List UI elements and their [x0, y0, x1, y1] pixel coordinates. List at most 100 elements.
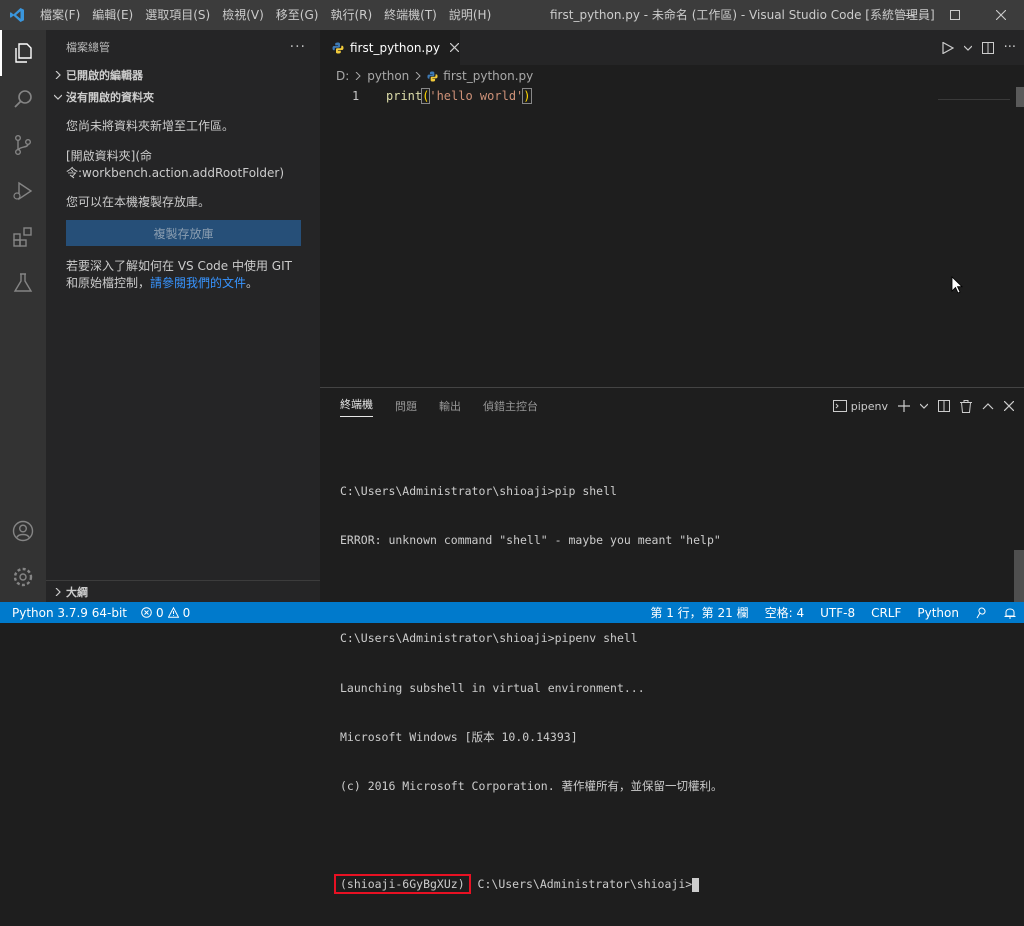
python-interpreter[interactable]: Python 3.7.9 64-bit — [12, 606, 127, 620]
maximize-panel-icon[interactable] — [982, 402, 994, 410]
source-control-icon[interactable] — [0, 122, 46, 168]
code-line[interactable]: print('hello world') — [386, 87, 532, 106]
terminal-output[interactable]: C:\Users\Administrator\shioaji>pip shell… — [334, 450, 723, 926]
git-docs-message: 若要深入了解如何在 VS Code 中使用 GIT 和原始檔控制，請參閱我們的文… — [46, 258, 320, 292]
cursor-position[interactable]: 第 1 行，第 21 欄 — [650, 604, 748, 621]
chevron-down-icon[interactable] — [963, 44, 972, 52]
tab-terminal[interactable]: 終端機 — [340, 396, 373, 417]
git-docs-end: 。 — [246, 276, 259, 290]
virtualenv-prefix: (shioaji-6GyBgXUz) — [334, 874, 471, 895]
breadcrumb-folder[interactable]: python — [367, 69, 409, 83]
terminal-line: C:\Users\Administrator\shioaji>pipenv sh… — [340, 631, 638, 646]
run-python-icon[interactable] — [941, 41, 954, 54]
vscode-logo-icon — [0, 0, 34, 30]
more-actions-icon[interactable]: ··· — [1004, 40, 1016, 55]
explorer-sidebar: 檔案總管 ··· 已開啟的編輯器 沒有開啟的資料夾 您尚未將資料夾新增至工作區。… — [46, 30, 320, 602]
split-editor-icon[interactable] — [981, 41, 994, 54]
warning-icon — [167, 607, 179, 618]
menu-selection[interactable]: 選取項目(S) — [139, 0, 216, 30]
chevron-down-icon — [50, 93, 66, 101]
tab-first-python[interactable]: first_python.py — [320, 30, 460, 65]
terminal-select[interactable]: pipenv — [832, 399, 888, 413]
title-bar: 檔案(F) 編輯(E) 選取項目(S) 檢視(V) 移至(G) 執行(R) 終端… — [0, 0, 1024, 30]
editor-actions: ··· — [941, 30, 1016, 65]
error-count: 0 — [156, 605, 164, 620]
close-window-button[interactable] — [978, 0, 1024, 30]
python-file-icon — [332, 42, 344, 54]
tab-problems[interactable]: 問題 — [395, 398, 417, 414]
minimap[interactable] — [938, 99, 1010, 100]
testing-flask-icon[interactable] — [0, 260, 46, 306]
new-terminal-icon[interactable] — [898, 400, 910, 412]
clone-message: 您可以在本機複製存放庫。 — [66, 195, 211, 209]
chevron-right-icon — [355, 72, 362, 80]
breadcrumb-file[interactable]: first_python.py — [443, 69, 533, 83]
code-function: print — [386, 89, 423, 103]
open-folder-line2: 令:workbench.action.addRootFolder) — [66, 166, 284, 180]
clone-repository-button[interactable]: 複製存放庫 — [66, 220, 301, 246]
code-string: 'hello world' — [429, 89, 524, 103]
error-icon — [141, 607, 152, 618]
indentation[interactable]: 空格: 4 — [765, 604, 805, 621]
chevron-down-icon[interactable] — [920, 402, 928, 410]
chevron-right-icon — [50, 71, 66, 79]
breadcrumb-drive[interactable]: D: — [336, 69, 349, 83]
menu-run[interactable]: 執行(R) — [324, 0, 378, 30]
terminal-line: Microsoft Windows [版本 10.0.14393] — [340, 729, 578, 744]
warning-count: 0 — [182, 605, 191, 620]
git-docs-line2: 和原始檔控制， — [66, 276, 151, 290]
maximize-button[interactable] — [932, 0, 978, 30]
close-tab-icon[interactable] — [449, 43, 459, 52]
minimize-button[interactable] — [886, 0, 932, 30]
settings-gear-icon[interactable] — [0, 554, 46, 600]
menu-help[interactable]: 說明(H) — [443, 0, 497, 30]
run-debug-icon[interactable] — [0, 168, 46, 214]
trash-icon[interactable] — [960, 399, 972, 413]
notifications-bell-icon[interactable] — [1004, 606, 1016, 619]
chevron-right-icon — [50, 587, 66, 596]
open-folder-command[interactable]: [開啟資料夾](命 令:workbench.action.addRootFold… — [46, 148, 320, 182]
feedback-icon[interactable] — [975, 606, 988, 619]
menu-file[interactable]: 檔案(F) — [34, 0, 86, 30]
panel-actions: pipenv — [832, 388, 1014, 424]
docs-link[interactable]: 請參閱我們的文件 — [150, 276, 246, 290]
encoding[interactable]: UTF-8 — [820, 606, 855, 620]
outline-section[interactable]: 大綱 — [46, 580, 320, 602]
sidebar-header: 檔案總管 ··· — [46, 30, 320, 64]
menu-terminal[interactable]: 終端機(T) — [378, 0, 443, 30]
window-controls — [886, 0, 1024, 30]
status-bar: Python 3.7.9 64-bit 0 0 第 1 行，第 21 欄 空格:… — [0, 602, 1024, 623]
language-mode[interactable]: Python — [917, 606, 959, 620]
tab-output[interactable]: 輸出 — [439, 398, 461, 414]
open-editors-label: 已開啟的編輯器 — [66, 69, 143, 82]
menu-go[interactable]: 移至(G) — [270, 0, 325, 30]
menu-bar: 檔案(F) 編輯(E) 選取項目(S) 檢視(V) 移至(G) 執行(R) 終端… — [34, 0, 497, 30]
editor-scrollbar[interactable] — [1016, 87, 1024, 107]
no-folder-section[interactable]: 沒有開啟的資料夾 — [46, 86, 320, 108]
extensions-icon[interactable] — [0, 214, 46, 260]
no-folder-message: 您尚未將資料夾新增至工作區。 — [66, 119, 235, 133]
terminal-line: ERROR: unknown command "shell" - maybe y… — [340, 533, 721, 548]
account-icon[interactable] — [0, 508, 46, 554]
close-panel-icon[interactable] — [1004, 401, 1014, 411]
breadcrumb: D: python first_python.py — [320, 65, 1024, 87]
explorer-icon[interactable] — [0, 30, 46, 76]
tab-debug-console[interactable]: 偵錯主控台 — [483, 398, 538, 414]
menu-view[interactable]: 檢視(V) — [216, 0, 270, 30]
terminal-prompt: C:\Users\Administrator\shioaji> — [470, 877, 693, 892]
open-editors-section[interactable]: 已開啟的編輯器 — [46, 64, 320, 86]
search-icon[interactable] — [0, 76, 46, 122]
bottom-panel: 終端機 問題 輸出 偵錯主控台 pipenv C:\Users\Administ… — [320, 387, 1024, 895]
terminal-icon — [832, 400, 847, 412]
code-editor[interactable]: 1 print('hello world') — [320, 87, 1024, 387]
problems-indicator[interactable]: 0 0 — [141, 606, 190, 620]
more-actions-icon[interactable]: ··· — [290, 39, 306, 55]
outline-label: 大綱 — [66, 585, 88, 599]
code-paren-close: ) — [522, 88, 532, 104]
menu-edit[interactable]: 編輯(E) — [86, 0, 139, 30]
terminal-select-label: pipenv — [850, 399, 888, 413]
split-terminal-icon[interactable] — [938, 400, 950, 412]
end-of-line[interactable]: CRLF — [871, 606, 901, 620]
terminal-scrollbar[interactable] — [1014, 550, 1024, 602]
